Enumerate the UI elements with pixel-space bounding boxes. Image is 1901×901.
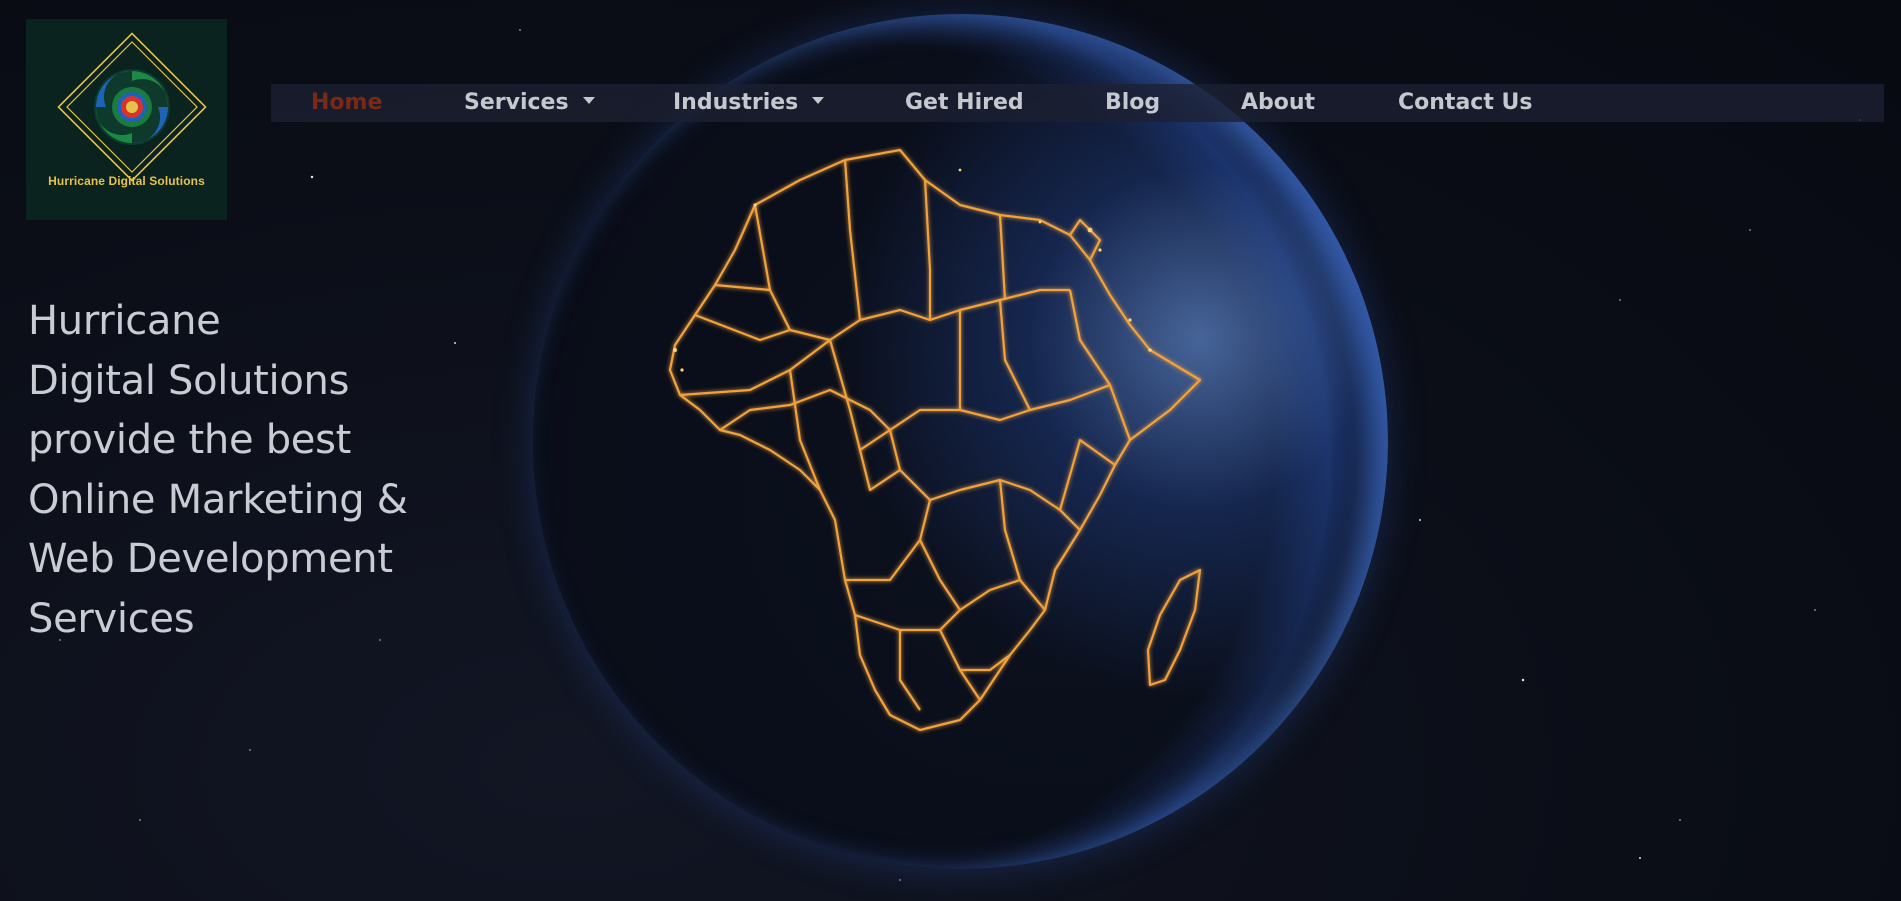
hero-line: Online Marketing & (28, 476, 408, 523)
brand-logo[interactable]: Hurricane Digital Solutions (26, 19, 227, 220)
nav-industries-label: Industries (673, 90, 799, 115)
hero-line: Web Development (28, 536, 393, 582)
hurricane-swirl-logo-icon (57, 32, 207, 182)
hero-headline: Hurricane Digital Solutions provide the … (28, 292, 488, 649)
nav-home-label: Home (311, 90, 383, 115)
hero-line: Digital Solutions (28, 357, 350, 404)
logo-caption: Hurricane Digital Solutions (48, 174, 205, 188)
main-navbar: Home Services Industries Get Hired Blog … (271, 84, 1884, 122)
chevron-down-icon (582, 96, 595, 104)
nav-services-label: Services (464, 90, 569, 115)
nav-services[interactable]: Services (464, 84, 595, 122)
nav-home[interactable]: Home (311, 84, 382, 122)
hero-line: Hurricane (28, 298, 221, 344)
nav-about-label: About (1241, 90, 1316, 115)
africa-map-icon (668, 148, 1202, 732)
hero-line: Services (28, 595, 195, 642)
nav-blog[interactable]: Blog (1105, 84, 1160, 122)
hero-page: Hurricane Digital Solutions Home Service… (0, 0, 1901, 901)
nav-contact-us[interactable]: Contact Us (1398, 84, 1532, 122)
nav-blog-label: Blog (1105, 90, 1161, 115)
hero-line: provide the best (28, 417, 352, 463)
nav-about[interactable]: About (1241, 84, 1315, 122)
nav-contact-us-label: Contact Us (1398, 90, 1533, 115)
nav-get-hired-label: Get Hired (905, 90, 1024, 115)
nav-get-hired[interactable]: Get Hired (905, 84, 1024, 122)
nav-industries[interactable]: Industries (673, 84, 825, 122)
chevron-down-icon (812, 96, 825, 104)
